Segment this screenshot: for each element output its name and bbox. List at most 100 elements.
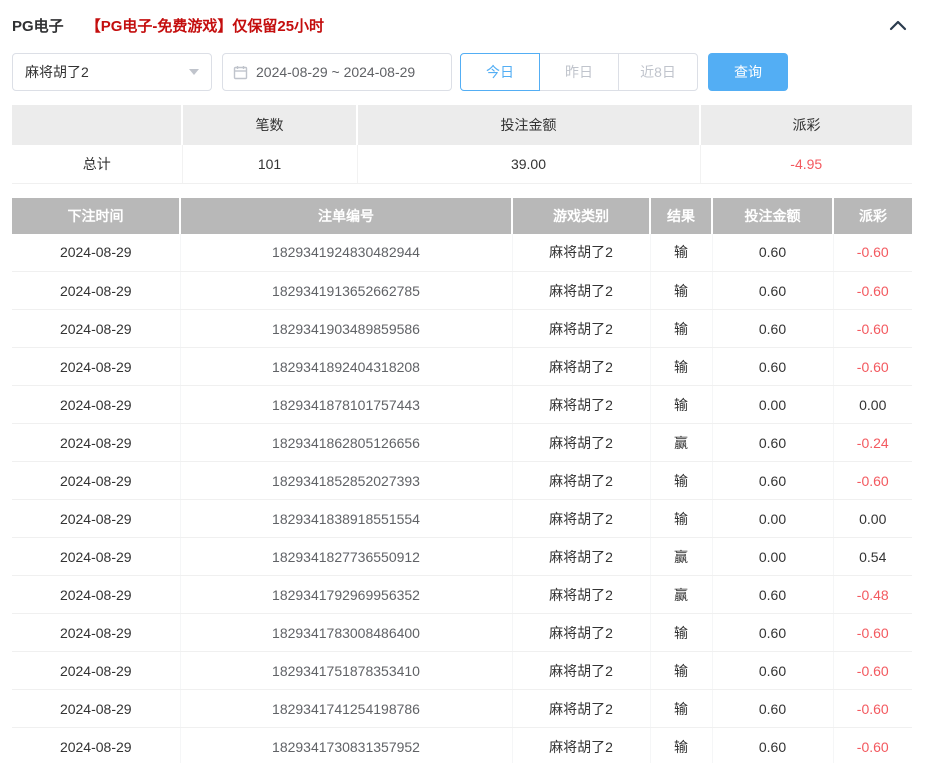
cell-result: 输 xyxy=(650,500,712,538)
cell-bet-id: 1829341862805126656 xyxy=(180,424,512,462)
cell-result: 输 xyxy=(650,386,712,424)
table-row: 2024-08-29 1829341783008486400 麻将胡了2 输 0… xyxy=(12,614,912,652)
cell-bet-time: 2024-08-29 xyxy=(12,272,180,310)
cell-result: 输 xyxy=(650,728,712,763)
table-body: 2024-08-29 1829341924830482944 麻将胡了2 输 0… xyxy=(12,234,912,763)
cell-bet-time: 2024-08-29 xyxy=(12,652,180,690)
cell-bet-time: 2024-08-29 xyxy=(12,234,180,272)
cell-bet-amount: 0.60 xyxy=(712,614,833,652)
cell-bet-time: 2024-08-29 xyxy=(12,690,180,728)
panel-header: PG电子 【PG电子-免费游戏】仅保留25小时 xyxy=(0,0,937,45)
collapse-button[interactable] xyxy=(889,20,907,31)
table-header-row: 下注时间 注单编号 游戏类别 结果 投注金额 派彩 xyxy=(12,198,912,234)
summary-header-empty xyxy=(12,105,182,145)
summary-total-label: 总计 xyxy=(12,145,182,183)
cell-game-type: 麻将胡了2 xyxy=(512,386,650,424)
cell-payout: -0.60 xyxy=(833,652,912,690)
cell-payout: 0.54 xyxy=(833,538,912,576)
cell-bet-amount: 0.60 xyxy=(712,690,833,728)
cell-bet-time: 2024-08-29 xyxy=(12,424,180,462)
cell-bet-id: 1829341852852027393 xyxy=(180,462,512,500)
today-button[interactable]: 今日 xyxy=(460,53,540,91)
cell-bet-id: 1829341792969956352 xyxy=(180,576,512,614)
cell-result: 输 xyxy=(650,614,712,652)
cell-payout: -0.60 xyxy=(833,272,912,310)
table-row: 2024-08-29 1829341913652662785 麻将胡了2 输 0… xyxy=(12,272,912,310)
cell-payout: 0.00 xyxy=(833,500,912,538)
cell-bet-amount: 0.00 xyxy=(712,538,833,576)
last-8-days-button[interactable]: 近8日 xyxy=(618,53,698,91)
cell-result: 赢 xyxy=(650,424,712,462)
cell-bet-amount: 0.60 xyxy=(712,728,833,763)
cell-game-type: 麻将胡了2 xyxy=(512,728,650,763)
cell-bet-amount: 0.60 xyxy=(712,310,833,348)
cell-bet-time: 2024-08-29 xyxy=(12,576,180,614)
table-row: 2024-08-29 1829341741254198786 麻将胡了2 输 0… xyxy=(12,690,912,728)
filter-bar: 麻将胡了2 2024-08-29 ~ 2024-08-29 今日 昨日 近8日 … xyxy=(12,53,925,91)
cell-game-type: 麻将胡了2 xyxy=(512,500,650,538)
game-select-value: 麻将胡了2 xyxy=(25,62,89,82)
summary-total-bet-amount: 39.00 xyxy=(357,145,700,183)
cell-bet-amount: 0.60 xyxy=(712,576,833,614)
table-row: 2024-08-29 1829341903489859586 麻将胡了2 输 0… xyxy=(12,310,912,348)
cell-payout: -0.60 xyxy=(833,728,912,763)
cell-bet-id: 1829341730831357952 xyxy=(180,728,512,763)
cell-game-type: 麻将胡了2 xyxy=(512,424,650,462)
cell-bet-id: 1829341878101757443 xyxy=(180,386,512,424)
notice-text: 【PG电子-免费游戏】仅保留25小时 xyxy=(86,15,324,36)
table-row: 2024-08-29 1829341878101757443 麻将胡了2 输 0… xyxy=(12,386,912,424)
game-select[interactable]: 麻将胡了2 xyxy=(12,53,212,91)
cell-payout: -0.60 xyxy=(833,462,912,500)
summary-total-count: 101 xyxy=(182,145,357,183)
header-game-type: 游戏类别 xyxy=(512,198,650,234)
cell-bet-amount: 0.60 xyxy=(712,234,833,272)
cell-game-type: 麻将胡了2 xyxy=(512,310,650,348)
quick-range-group: 今日 昨日 近8日 xyxy=(460,53,698,91)
search-button[interactable]: 查询 xyxy=(708,53,788,91)
cell-game-type: 麻将胡了2 xyxy=(512,576,650,614)
yesterday-button[interactable]: 昨日 xyxy=(539,53,619,91)
chevron-down-icon xyxy=(189,69,199,75)
cell-payout: 0.00 xyxy=(833,386,912,424)
cell-result: 输 xyxy=(650,272,712,310)
date-range-input[interactable]: 2024-08-29 ~ 2024-08-29 xyxy=(222,53,452,91)
cell-bet-time: 2024-08-29 xyxy=(12,728,180,763)
summary-total-payout: -4.95 xyxy=(700,145,912,183)
cell-bet-id: 1829341741254198786 xyxy=(180,690,512,728)
cell-bet-time: 2024-08-29 xyxy=(12,538,180,576)
cell-bet-id: 1829341892404318208 xyxy=(180,348,512,386)
header-bet-id: 注单编号 xyxy=(180,198,512,234)
summary-header-count: 笔数 xyxy=(182,105,357,145)
summary-header-row: 笔数 投注金额 派彩 xyxy=(12,105,912,145)
cell-game-type: 麻将胡了2 xyxy=(512,690,650,728)
table-row: 2024-08-29 1829341892404318208 麻将胡了2 输 0… xyxy=(12,348,912,386)
table-row: 2024-08-29 1829341751878353410 麻将胡了2 输 0… xyxy=(12,652,912,690)
cell-result: 输 xyxy=(650,652,712,690)
page-title: PG电子 xyxy=(12,15,64,36)
cell-payout: -0.60 xyxy=(833,614,912,652)
summary-header-bet-amount: 投注金额 xyxy=(357,105,700,145)
cell-game-type: 麻将胡了2 xyxy=(512,462,650,500)
header-bet-amount: 投注金额 xyxy=(712,198,833,234)
header-payout: 派彩 xyxy=(833,198,912,234)
cell-bet-time: 2024-08-29 xyxy=(12,614,180,652)
cell-payout: -0.60 xyxy=(833,348,912,386)
cell-bet-amount: 0.60 xyxy=(712,272,833,310)
cell-bet-time: 2024-08-29 xyxy=(12,310,180,348)
calendar-icon xyxy=(233,65,248,80)
date-range-value: 2024-08-29 ~ 2024-08-29 xyxy=(256,64,415,80)
cell-bet-id: 1829341913652662785 xyxy=(180,272,512,310)
cell-payout: -0.24 xyxy=(833,424,912,462)
table-row: 2024-08-29 1829341862805126656 麻将胡了2 赢 0… xyxy=(12,424,912,462)
cell-bet-time: 2024-08-29 xyxy=(12,462,180,500)
cell-result: 输 xyxy=(650,462,712,500)
cell-bet-amount: 0.00 xyxy=(712,386,833,424)
table-row: 2024-08-29 1829341827736550912 麻将胡了2 赢 0… xyxy=(12,538,912,576)
cell-bet-time: 2024-08-29 xyxy=(12,500,180,538)
cell-game-type: 麻将胡了2 xyxy=(512,234,650,272)
cell-bet-amount: 0.60 xyxy=(712,462,833,500)
cell-result: 赢 xyxy=(650,576,712,614)
cell-bet-time: 2024-08-29 xyxy=(12,348,180,386)
cell-bet-id: 1829341838918551554 xyxy=(180,500,512,538)
table-row: 2024-08-29 1829341838918551554 麻将胡了2 输 0… xyxy=(12,500,912,538)
